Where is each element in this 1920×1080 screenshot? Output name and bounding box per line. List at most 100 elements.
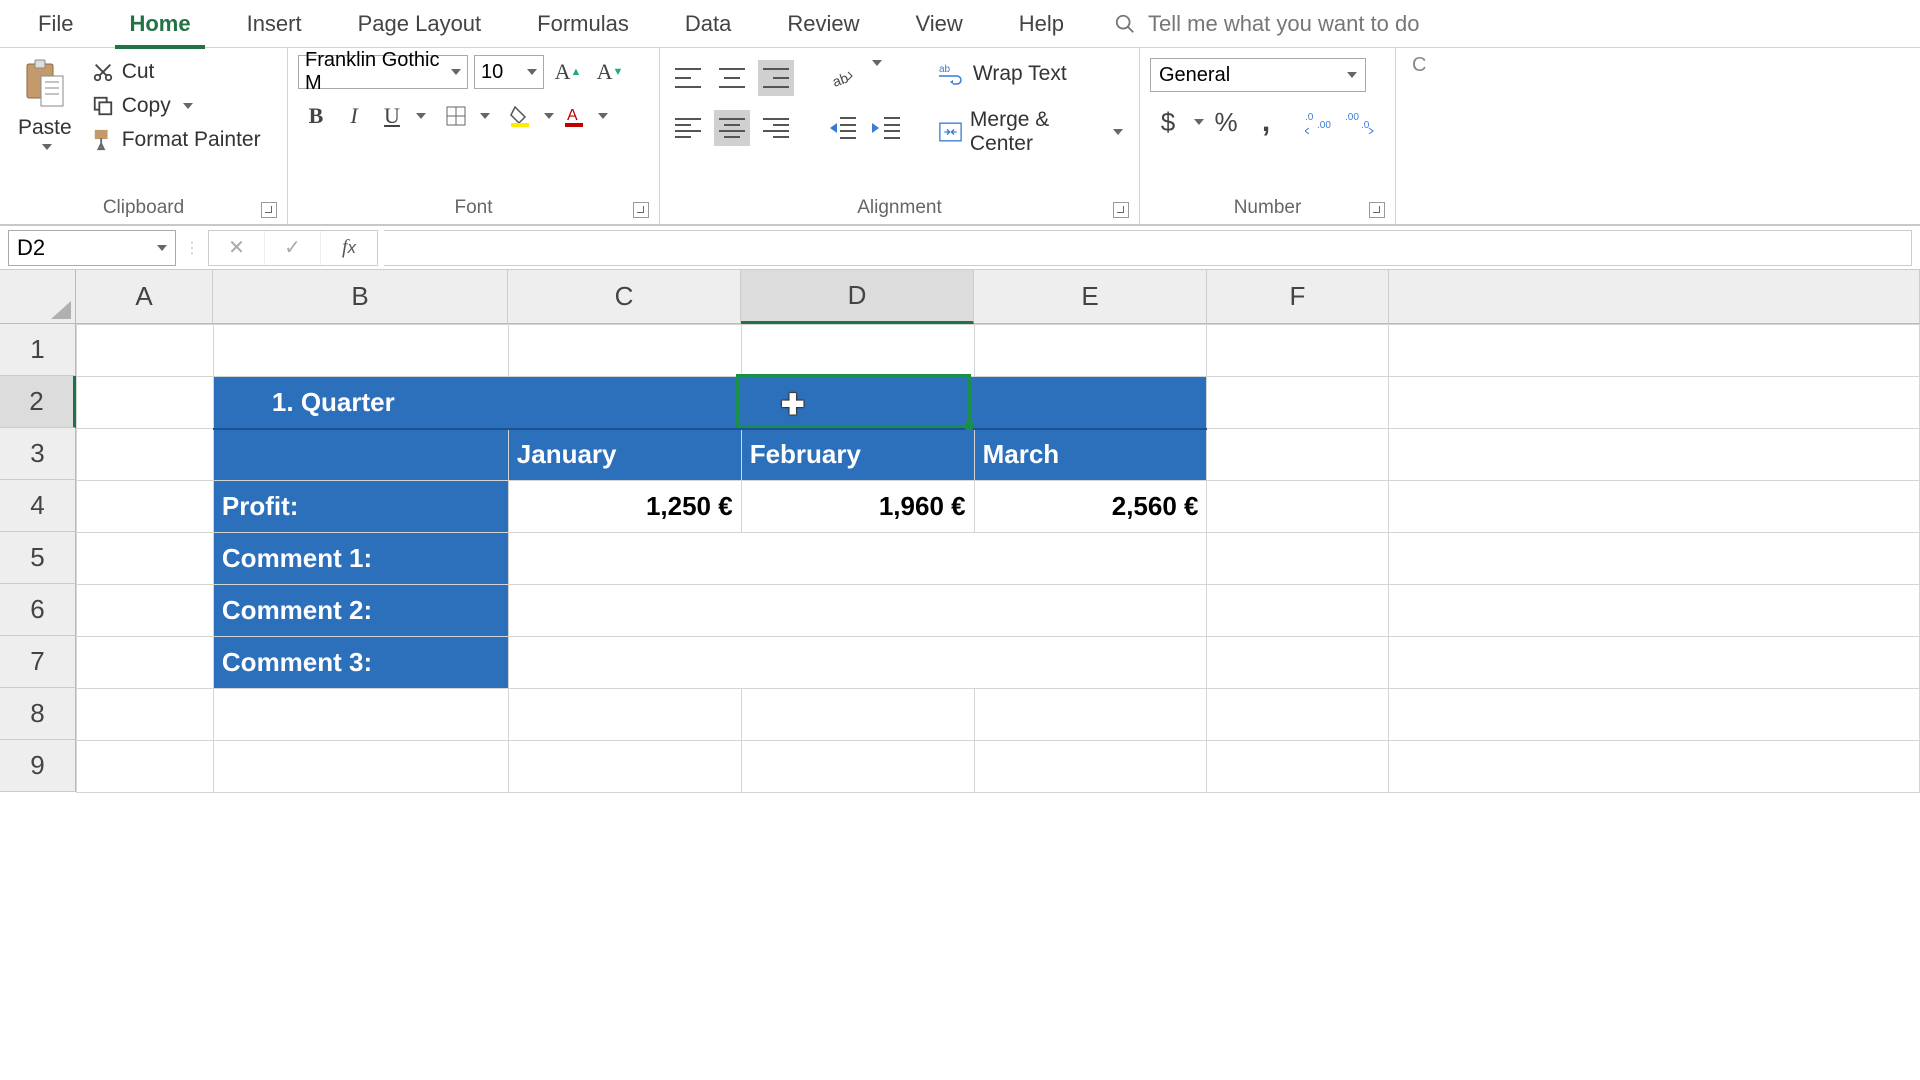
tab-help[interactable]: Help <box>991 0 1092 48</box>
dialog-launcher-icon[interactable] <box>633 202 649 218</box>
dialog-launcher-icon[interactable] <box>1113 202 1129 218</box>
italic-button[interactable]: I <box>336 98 372 134</box>
name-box[interactable]: D2 <box>8 230 176 266</box>
dialog-launcher-icon[interactable] <box>261 202 277 218</box>
cell-rest5[interactable] <box>1389 533 1920 585</box>
cell-rest9[interactable] <box>1389 741 1920 793</box>
col-header-b[interactable]: B <box>213 270 508 324</box>
col-header-e[interactable]: E <box>974 270 1207 324</box>
chevron-down-icon[interactable] <box>544 113 554 119</box>
enter-formula-button[interactable]: ✓ <box>265 231 321 265</box>
cell-a4[interactable] <box>77 481 214 533</box>
increase-decimal-button[interactable]: .0.00 <box>1302 104 1338 140</box>
cell-rest2[interactable] <box>1389 377 1920 429</box>
row-header-1[interactable]: 1 <box>0 324 76 376</box>
percent-format-button[interactable]: % <box>1208 104 1244 140</box>
cell-rest6[interactable] <box>1389 585 1920 637</box>
cell-c5-e5[interactable] <box>508 533 1207 585</box>
number-format-picker[interactable]: General <box>1150 58 1366 92</box>
cell-a5[interactable] <box>77 533 214 585</box>
format-painter-button[interactable]: Format Painter <box>86 126 267 154</box>
tab-data[interactable]: Data <box>657 0 759 48</box>
col-header-rest[interactable] <box>1389 270 1920 324</box>
cell-c9[interactable] <box>508 741 741 793</box>
copy-button[interactable]: Copy <box>86 92 267 120</box>
cancel-formula-button[interactable]: ✕ <box>209 231 265 265</box>
cell-e9[interactable] <box>974 741 1207 793</box>
cell-d3[interactable]: February <box>741 429 974 481</box>
tab-view[interactable]: View <box>887 0 990 48</box>
tab-formulas[interactable]: Formulas <box>509 0 657 48</box>
cell-b5[interactable]: Comment 1: <box>213 533 508 585</box>
align-middle-button[interactable] <box>714 60 750 96</box>
cell-f6[interactable] <box>1207 585 1389 637</box>
cell-f4[interactable] <box>1207 481 1389 533</box>
cell-a8[interactable] <box>77 689 214 741</box>
cell-a9[interactable] <box>77 741 214 793</box>
row-header-7[interactable]: 7 <box>0 636 76 688</box>
chevron-down-icon[interactable] <box>416 113 426 119</box>
cell-e3[interactable]: March <box>974 429 1207 481</box>
cell-b3[interactable] <box>213 429 508 481</box>
decrease-decimal-button[interactable]: .00.0 <box>1342 104 1378 140</box>
tab-home[interactable]: Home <box>101 0 218 48</box>
increase-font-button[interactable]: A▲ <box>550 54 586 90</box>
row-header-6[interactable]: 6 <box>0 584 76 636</box>
align-left-button[interactable] <box>670 110 706 146</box>
cell-f9[interactable] <box>1207 741 1389 793</box>
cell-c6-e6[interactable] <box>508 585 1207 637</box>
chevron-down-icon[interactable] <box>1194 119 1204 125</box>
cell-f3[interactable] <box>1207 429 1389 481</box>
font-size-picker[interactable]: 10 <box>474 55 544 89</box>
row-header-2[interactable]: 2 <box>0 376 76 428</box>
cell-c4[interactable]: 1,250 € <box>508 481 741 533</box>
cell-b4[interactable]: Profit: <box>213 481 508 533</box>
cell-b7[interactable]: Comment 3: <box>213 637 508 689</box>
formula-input[interactable] <box>384 230 1912 266</box>
cell-b8[interactable] <box>213 689 508 741</box>
cell-c8[interactable] <box>508 689 741 741</box>
row-header-3[interactable]: 3 <box>0 428 76 480</box>
cell-b9[interactable] <box>213 741 508 793</box>
borders-button[interactable] <box>438 98 474 134</box>
cell-c3[interactable]: January <box>508 429 741 481</box>
cell-e4[interactable]: 2,560 € <box>974 481 1207 533</box>
cell-d8[interactable] <box>741 689 974 741</box>
decrease-indent-button[interactable] <box>824 110 860 146</box>
cell-f1[interactable] <box>1207 325 1389 377</box>
merge-center-button[interactable]: Merge & Center <box>933 106 1129 158</box>
insert-function-button[interactable]: fx <box>321 231 377 265</box>
cell-d9[interactable] <box>741 741 974 793</box>
dialog-launcher-icon[interactable] <box>1369 202 1385 218</box>
comma-format-button[interactable]: , <box>1248 104 1284 140</box>
col-header-d[interactable]: D <box>741 270 974 324</box>
tell-me-search[interactable]: Tell me what you want to do <box>1114 11 1419 37</box>
cell-d1[interactable] <box>741 325 974 377</box>
cell-d4[interactable]: 1,960 € <box>741 481 974 533</box>
font-color-button[interactable]: A <box>556 98 592 134</box>
cell-a1[interactable] <box>77 325 214 377</box>
cell-a2[interactable] <box>77 377 214 429</box>
col-header-a[interactable]: A <box>76 270 213 324</box>
cell-rest8[interactable] <box>1389 689 1920 741</box>
cell-rest3[interactable] <box>1389 429 1920 481</box>
cut-button[interactable]: Cut <box>86 58 267 86</box>
row-header-5[interactable]: 5 <box>0 532 76 584</box>
cell-a3[interactable] <box>77 429 214 481</box>
select-all-corner[interactable] <box>0 270 76 324</box>
tab-file[interactable]: File <box>10 0 101 48</box>
cell-c7-e7[interactable] <box>508 637 1207 689</box>
cell-a7[interactable] <box>77 637 214 689</box>
chevron-down-icon[interactable] <box>480 113 490 119</box>
cell-a6[interactable] <box>77 585 214 637</box>
row-header-8[interactable]: 8 <box>0 688 76 740</box>
align-right-button[interactable] <box>758 110 794 146</box>
cell-f7[interactable] <box>1207 637 1389 689</box>
underline-button[interactable]: U <box>374 98 410 134</box>
cell-rest7[interactable] <box>1389 637 1920 689</box>
wrap-text-button[interactable]: ab Wrap Text <box>933 60 1129 88</box>
cell-e8[interactable] <box>974 689 1207 741</box>
col-header-c[interactable]: C <box>508 270 741 324</box>
row-header-9[interactable]: 9 <box>0 740 76 792</box>
tab-page-layout[interactable]: Page Layout <box>330 0 510 48</box>
